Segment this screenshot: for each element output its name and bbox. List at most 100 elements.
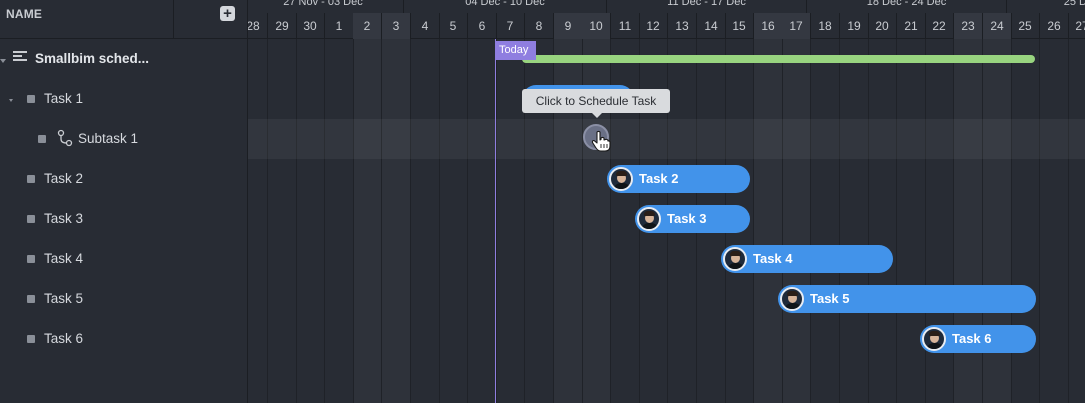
day-cell: 9 — [554, 13, 583, 39]
project-row[interactable]: Smallbim sched... — [0, 39, 248, 79]
task-square-icon — [27, 295, 35, 303]
day-column — [840, 39, 869, 403]
day-cell: 14 — [697, 13, 726, 39]
day-cell: 26 — [1040, 13, 1069, 39]
day-cell: 15 — [725, 13, 754, 39]
avatar — [637, 207, 661, 231]
day-column — [248, 39, 268, 403]
task-square-icon — [27, 215, 35, 223]
week-column: 25 D — [1063, 0, 1085, 8]
task-name: Task 3 — [44, 211, 84, 226]
today-marker-label: Today — [495, 41, 536, 60]
task-name: Task 6 — [44, 331, 84, 346]
task-square-icon — [27, 95, 35, 103]
day-cell: 25 — [1011, 13, 1040, 39]
task-name: Task 5 — [44, 291, 84, 306]
task-bar-3[interactable]: Task 3 — [635, 205, 750, 233]
day-cell: 27 — [1068, 13, 1085, 39]
gantt-app: NAME + Smallbim sched... Task 1 Subtask … — [0, 0, 1085, 403]
task-bar-6[interactable]: Task 6 — [920, 325, 1036, 353]
day-column — [468, 39, 497, 403]
task-row-4[interactable]: Task 4 — [0, 239, 248, 279]
day-column — [1040, 39, 1069, 403]
week-header: 27 Nov - 03 Dec 04 Dec - 10 Dec 11 Dec -… — [248, 0, 1085, 13]
day-cell: 11 — [611, 13, 640, 39]
collapse-caret-icon[interactable] — [0, 59, 6, 63]
day-cell: 22 — [925, 13, 954, 39]
day-cell: 16 — [754, 13, 783, 39]
task-row-6[interactable]: Task 6 — [0, 319, 248, 359]
day-cell: 2 — [353, 13, 382, 39]
project-name: Smallbim sched... — [35, 51, 150, 66]
day-cell: 18 — [811, 13, 840, 39]
day-column — [268, 39, 297, 403]
day-cell: 1 — [325, 13, 354, 39]
day-column — [325, 39, 354, 403]
task-name: Task 4 — [44, 251, 84, 266]
name-column-label: NAME — [6, 7, 43, 21]
day-cell: 13 — [668, 13, 697, 39]
project-list-icon — [13, 51, 27, 63]
task-bar-label: Task 5 — [810, 291, 850, 306]
day-cell: 20 — [868, 13, 897, 39]
day-column — [782, 39, 811, 403]
day-cell: 30 — [296, 13, 325, 39]
day-column — [1068, 39, 1085, 403]
task-row-5[interactable]: Task 5 — [0, 279, 248, 319]
task-row-2[interactable]: Task 2 — [0, 159, 248, 199]
schedule-tooltip: Click to Schedule Task — [522, 89, 670, 118]
task-bar-2[interactable]: Task 2 — [607, 165, 750, 193]
day-cell: 24 — [983, 13, 1012, 39]
day-cell: 28 — [248, 13, 268, 39]
subtask-name: Subtask 1 — [78, 131, 139, 146]
add-task-button[interactable]: + — [220, 6, 235, 21]
name-column-header[interactable]: NAME — [0, 0, 174, 39]
day-column — [439, 39, 468, 403]
day-cell: 23 — [954, 13, 983, 39]
task-bar-label: Task 3 — [667, 211, 707, 226]
day-cell: 10 — [582, 13, 611, 39]
week-column: 11 Dec - 17 Dec — [607, 0, 807, 13]
task-list-header: NAME + — [0, 0, 248, 39]
day-cell: 6 — [468, 13, 497, 39]
day-column — [496, 39, 525, 403]
day-column — [411, 39, 440, 403]
today-marker-line — [495, 39, 496, 403]
task-row-1[interactable]: Task 1 — [0, 79, 248, 119]
task-name: Task 1 — [44, 91, 84, 106]
subtask-row-1[interactable]: Subtask 1 — [0, 119, 248, 159]
avatar — [780, 287, 804, 311]
avatar — [922, 327, 946, 351]
week-column: 04 Dec - 10 Dec — [404, 0, 607, 13]
day-column — [811, 39, 840, 403]
collapse-caret-icon[interactable] — [9, 99, 13, 102]
day-cell: 8 — [525, 13, 554, 39]
task-row-3[interactable]: Task 3 — [0, 199, 248, 239]
project-summary-bar[interactable] — [522, 55, 1035, 63]
week-column: 18 Dec - 24 Dec — [807, 0, 1007, 13]
day-cell: 12 — [639, 13, 668, 39]
task-square-icon — [27, 175, 35, 183]
task-list-panel: NAME + Smallbim sched... Task 1 Subtask … — [0, 0, 248, 403]
task-bar-5[interactable]: Task 5 — [778, 285, 1036, 313]
day-column — [353, 39, 382, 403]
hand-pointer-icon — [591, 130, 611, 152]
task-bar-4[interactable]: Task 4 — [721, 245, 893, 273]
plus-icon: + — [223, 5, 232, 22]
day-column — [382, 39, 411, 403]
day-cell: 21 — [897, 13, 926, 39]
avatar — [723, 247, 747, 271]
week-column: 27 Nov - 03 Dec — [248, 0, 404, 13]
task-square-icon — [38, 135, 46, 143]
day-header: 28 29 30 1 2 3 4 5 6 7 8 9 10 11 12 13 14 15 16 17 18 19 20 21 2… — [248, 13, 1085, 39]
day-cell: 19 — [840, 13, 869, 39]
day-cell: 17 — [782, 13, 811, 39]
day-column — [296, 39, 325, 403]
hovered-row-highlight — [248, 119, 1085, 159]
task-bar-label: Task 2 — [639, 171, 679, 186]
timeline-panel: 27 Nov - 03 Dec 04 Dec - 10 Dec 11 Dec -… — [248, 0, 1085, 403]
avatar — [609, 167, 633, 191]
day-cell: 5 — [439, 13, 468, 39]
task-bar-label: Task 4 — [753, 251, 793, 266]
subtask-branch-icon — [57, 129, 73, 147]
